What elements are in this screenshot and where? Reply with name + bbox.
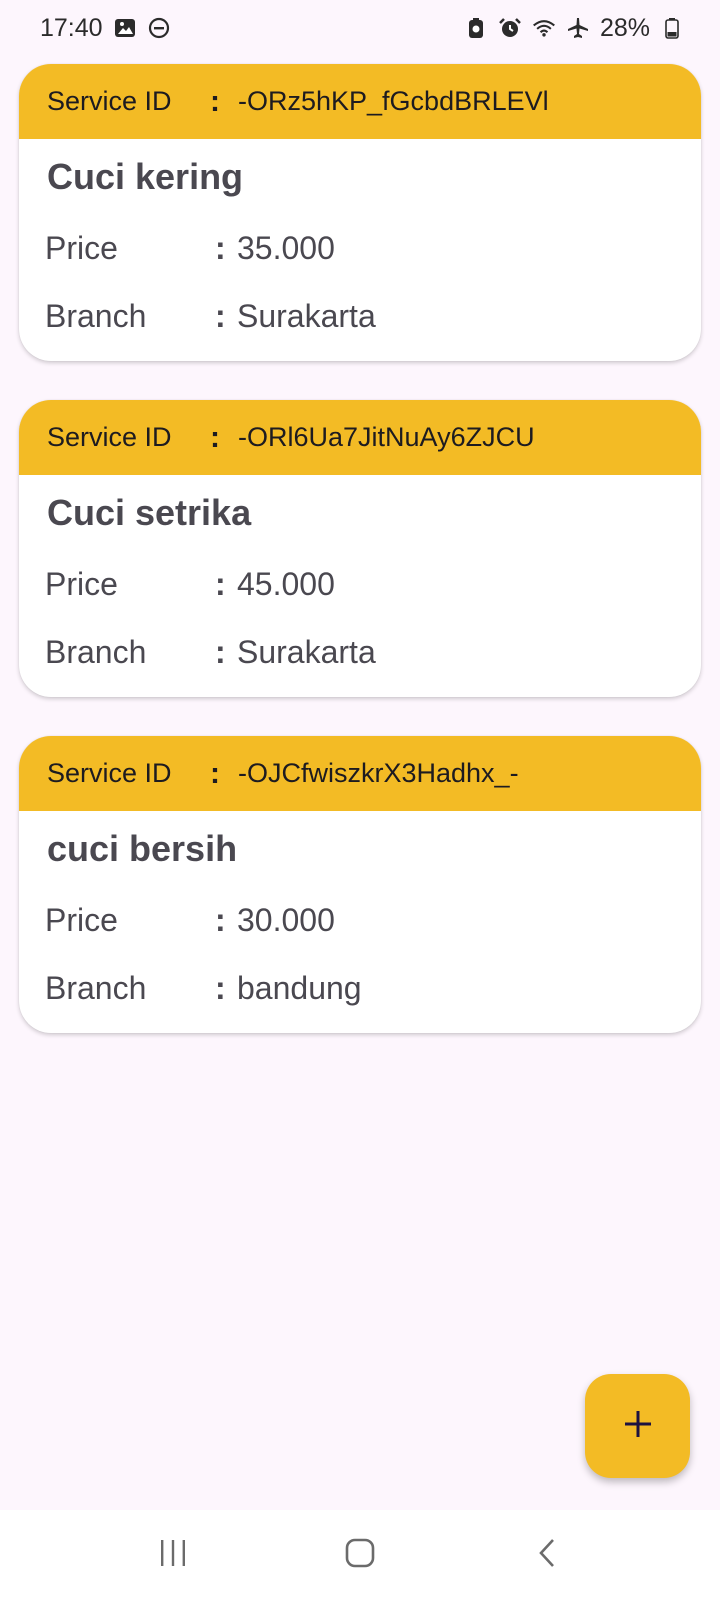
branch-label: Branch — [45, 969, 147, 1006]
back-button[interactable] — [517, 1525, 577, 1585]
plus-icon — [623, 1409, 653, 1444]
price-value: 45.000 — [237, 565, 335, 602]
branch-row: Branch : bandung — [19, 954, 701, 1022]
service-card-header: Service ID : -OJCfwiszkrX3Hadhx_- — [19, 736, 701, 811]
branch-value: Surakarta — [237, 297, 376, 334]
navigation-bar — [0, 1510, 720, 1600]
battery-saver-icon — [464, 16, 488, 40]
recent-apps-icon — [158, 1538, 188, 1573]
status-left: 17:40 — [40, 14, 171, 43]
price-value: 35.000 — [237, 229, 335, 266]
service-list: Service ID : -ORz5hKP_fGcbdBRLEVl Cuci k… — [19, 64, 701, 1072]
separator: : — [215, 297, 226, 334]
status-time: 17:40 — [40, 13, 103, 42]
service-card-header: Service ID : -ORl6Ua7JitNuAy6ZJCU — [19, 400, 701, 475]
battery-icon — [660, 16, 684, 40]
service-id-value: -OJCfwiszkrX3Hadhx_- — [238, 758, 519, 788]
add-service-button[interactable] — [585, 1374, 690, 1478]
service-id-label: Service ID — [47, 758, 172, 788]
service-card-header: Service ID : -ORz5hKP_fGcbdBRLEVl — [19, 64, 701, 139]
service-id-label: Service ID — [47, 86, 172, 116]
branch-label: Branch — [45, 297, 147, 334]
gallery-icon — [113, 16, 137, 40]
separator: : — [215, 229, 226, 266]
home-icon — [344, 1537, 376, 1574]
separator: : — [215, 901, 226, 938]
price-label: Price — [45, 565, 118, 602]
branch-value: bandung — [237, 969, 362, 1006]
service-card[interactable]: Service ID : -ORl6Ua7JitNuAy6ZJCU Cuci s… — [19, 400, 701, 697]
branch-row: Branch : Surakarta — [19, 282, 701, 350]
status-right: 28% — [464, 14, 684, 43]
service-card[interactable]: Service ID : -ORz5hKP_fGcbdBRLEVl Cuci k… — [19, 64, 701, 361]
separator: : — [210, 756, 220, 790]
price-row: Price : 30.000 — [19, 886, 701, 954]
separator: : — [210, 420, 220, 454]
separator: : — [210, 84, 220, 118]
service-card[interactable]: Service ID : -OJCfwiszkrX3Hadhx_- cuci b… — [19, 736, 701, 1033]
recent-apps-button[interactable] — [143, 1525, 203, 1585]
wifi-icon — [532, 16, 556, 40]
status-bar: 17:40 28% — [0, 0, 720, 56]
service-name: Cuci setrika — [47, 492, 252, 533]
service-name: Cuci kering — [47, 156, 244, 197]
screen: 17:40 28% Service ID: -ORz5hKP_fGcbdBRL… — [0, 0, 720, 1600]
price-label: Price — [45, 229, 118, 266]
alarm-icon — [498, 16, 522, 40]
separator: : — [215, 969, 226, 1006]
airplane-icon — [566, 16, 590, 40]
price-row: Price : 45.000 — [19, 550, 701, 618]
home-button[interactable] — [330, 1525, 390, 1585]
dnd-icon — [147, 16, 171, 40]
service-name: cuci bersih — [47, 828, 238, 869]
service-id-label: Service ID — [47, 422, 172, 452]
price-label: Price — [45, 901, 118, 938]
branch-value: Surakarta — [237, 633, 376, 670]
separator: : — [215, 565, 226, 602]
branch-row: Branch : Surakarta — [19, 618, 701, 686]
price-value: 30.000 — [237, 901, 335, 938]
back-icon — [535, 1537, 559, 1574]
separator: : — [215, 633, 226, 670]
service-id-value: -ORl6Ua7JitNuAy6ZJCU — [238, 422, 535, 452]
service-id-value: -ORz5hKP_fGcbdBRLEVl — [238, 86, 549, 116]
price-row: Price : 35.000 — [19, 214, 701, 282]
battery-percent: 28% — [599, 13, 650, 42]
branch-label: Branch — [45, 633, 147, 670]
